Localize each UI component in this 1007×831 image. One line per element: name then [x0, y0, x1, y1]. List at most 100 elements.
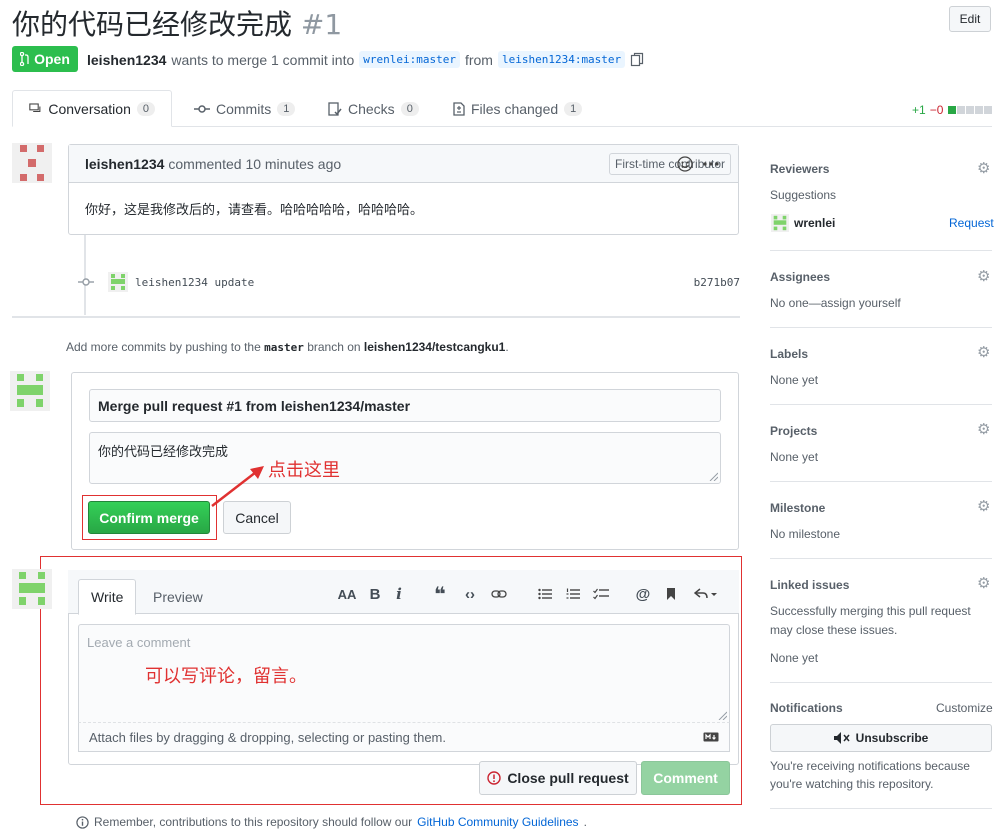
avatar[interactable]	[10, 371, 50, 411]
comment-button[interactable]: Comment	[641, 761, 730, 795]
tab-preview[interactable]: Preview	[141, 579, 215, 615]
head-branch[interactable]: leishen1234:master	[497, 51, 626, 68]
close-label: Close pull request	[507, 770, 629, 786]
tab-label: Files changed	[471, 100, 559, 117]
meta-text: wants to merge 1 commit into	[171, 51, 355, 68]
identicon-icon[interactable]	[108, 272, 128, 292]
tab-commits[interactable]: Commits 1	[178, 90, 311, 127]
suggested-reviewer[interactable]: wrenlei	[771, 214, 835, 232]
merge-message-textarea[interactable]: 你的代码已经修改完成	[89, 432, 721, 484]
unsubscribe-label: Unsubscribe	[855, 731, 929, 745]
milestone-heading[interactable]: Milestone	[770, 501, 992, 515]
gear-icon[interactable]: ⚙	[977, 497, 990, 515]
commit-sha[interactable]: b271b07	[694, 276, 740, 289]
identicon-icon	[12, 569, 52, 609]
repo-name[interactable]: leishen1234/testcangku1	[364, 340, 505, 354]
resize-handle-icon[interactable]	[717, 710, 727, 720]
commit-row: leishen1234 update b271b07	[78, 270, 740, 294]
note-text: branch on	[307, 340, 361, 354]
confirm-merge-button[interactable]: Confirm merge	[88, 501, 210, 534]
tab-counter: 1	[277, 101, 296, 116]
tab-counter: 0	[400, 101, 419, 116]
tab-counter: 1	[564, 101, 583, 116]
comment-author[interactable]: leishen1234	[85, 156, 164, 172]
diff-additions: +1	[912, 103, 926, 117]
avatar[interactable]	[12, 143, 52, 183]
pull-request-icon	[20, 52, 29, 66]
diffstat: +1 −0	[912, 103, 993, 117]
comment-action: commented	[168, 155, 242, 172]
gear-icon[interactable]: ⚙	[977, 343, 990, 361]
reviewers-heading[interactable]: Reviewers	[770, 162, 992, 176]
avatar[interactable]	[12, 569, 52, 609]
milestone-value: No milestone	[770, 527, 841, 541]
tab-label: Checks	[348, 100, 395, 117]
sidebar-divider	[770, 250, 992, 251]
request-review-link[interactable]: Request	[949, 216, 994, 230]
labels-value: None yet	[770, 373, 819, 387]
commit-icon	[78, 278, 94, 286]
merge-title-input[interactable]: Merge pull request #1 from leishen1234/m…	[89, 389, 721, 422]
assignees-heading[interactable]: Assignees	[770, 270, 992, 284]
quote-icon[interactable]: ❝	[430, 584, 450, 606]
conversation-icon	[29, 102, 41, 112]
pr-number: #1	[300, 8, 343, 41]
pr-author[interactable]: leishen1234	[87, 52, 166, 68]
gear-icon[interactable]: ⚙	[977, 159, 990, 177]
assignees-value[interactable]: No one—assign yourself	[770, 296, 992, 310]
reply-icon[interactable]	[693, 584, 719, 604]
link-icon[interactable]	[489, 584, 509, 604]
annotation-arrow-icon	[211, 466, 264, 507]
mention-icon[interactable]: @	[633, 584, 653, 604]
add-more-commits-note: Add more commits by pushing to the maste…	[66, 340, 509, 354]
footer-text: Remember, contributions to this reposito…	[94, 815, 413, 829]
comment-box: leishen1234 commented 10 minutes ago Fir…	[68, 144, 739, 235]
bold-icon[interactable]: B	[365, 584, 385, 604]
kebab-horizontal-icon[interactable]	[703, 162, 719, 166]
unsubscribe-button[interactable]: Unsubscribe	[770, 724, 992, 752]
labels-heading[interactable]: Labels	[770, 347, 992, 361]
tab-files-changed[interactable]: Files changed 1	[437, 90, 598, 127]
text-size-icon[interactable]: AA	[337, 584, 357, 604]
pr-title: 你的代码已经修改完成 #1	[12, 3, 342, 43]
resize-handle-icon[interactable]	[708, 471, 718, 481]
italic-icon[interactable]: i	[389, 584, 409, 604]
bulleted-list-icon[interactable]	[535, 584, 555, 604]
pr-meta: leishen1234 wants to merge 1 commit into…	[87, 51, 644, 68]
commit-message[interactable]: leishen1234 update	[135, 276, 254, 289]
projects-heading[interactable]: Projects	[770, 424, 992, 438]
diff-deletions: −0	[929, 103, 944, 117]
mute-icon	[833, 732, 850, 744]
saved-reply-icon[interactable]	[661, 584, 681, 604]
info-icon	[76, 815, 89, 829]
from-text: from	[464, 51, 493, 68]
checklist-icon	[328, 101, 342, 116]
copy-icon[interactable]	[630, 52, 644, 67]
gear-icon[interactable]: ⚙	[977, 420, 990, 438]
diffstat-bar	[947, 103, 993, 117]
base-branch[interactable]: wrenlei:master	[359, 51, 460, 68]
task-list-icon[interactable]	[591, 584, 611, 604]
linked-issues-heading[interactable]: Linked issues	[770, 578, 992, 592]
tab-write[interactable]: Write	[78, 579, 137, 615]
note-text: Add more commits by pushing to the	[66, 340, 261, 354]
tab-checks[interactable]: Checks 0	[312, 90, 435, 127]
gear-icon[interactable]: ⚙	[977, 574, 990, 592]
customize-link[interactable]: Customize	[936, 701, 993, 715]
projects-value: None yet	[770, 450, 819, 464]
linked-issues-desc: Successfully merging this pull request	[770, 604, 971, 618]
code-icon[interactable]: ‹›	[460, 584, 480, 604]
attach-files-area[interactable]: Attach files by dragging & dropping, sel…	[78, 722, 730, 752]
tab-label: Commits	[216, 100, 272, 117]
gear-icon[interactable]: ⚙	[977, 267, 990, 285]
comment-time[interactable]: 10 minutes ago	[245, 156, 341, 172]
markdown-icon[interactable]	[703, 732, 719, 742]
close-pull-request-button[interactable]: Close pull request	[479, 761, 637, 795]
guidelines-link[interactable]: GitHub Community Guidelines	[417, 815, 578, 829]
annotation-click-here: 点击这里	[268, 460, 340, 481]
emoji-icon[interactable]	[677, 156, 693, 172]
edit-button[interactable]: Edit	[949, 6, 991, 32]
tab-conversation[interactable]: Conversation 0	[12, 90, 172, 127]
numbered-list-icon[interactable]	[563, 584, 583, 604]
sidebar-divider	[770, 327, 992, 328]
